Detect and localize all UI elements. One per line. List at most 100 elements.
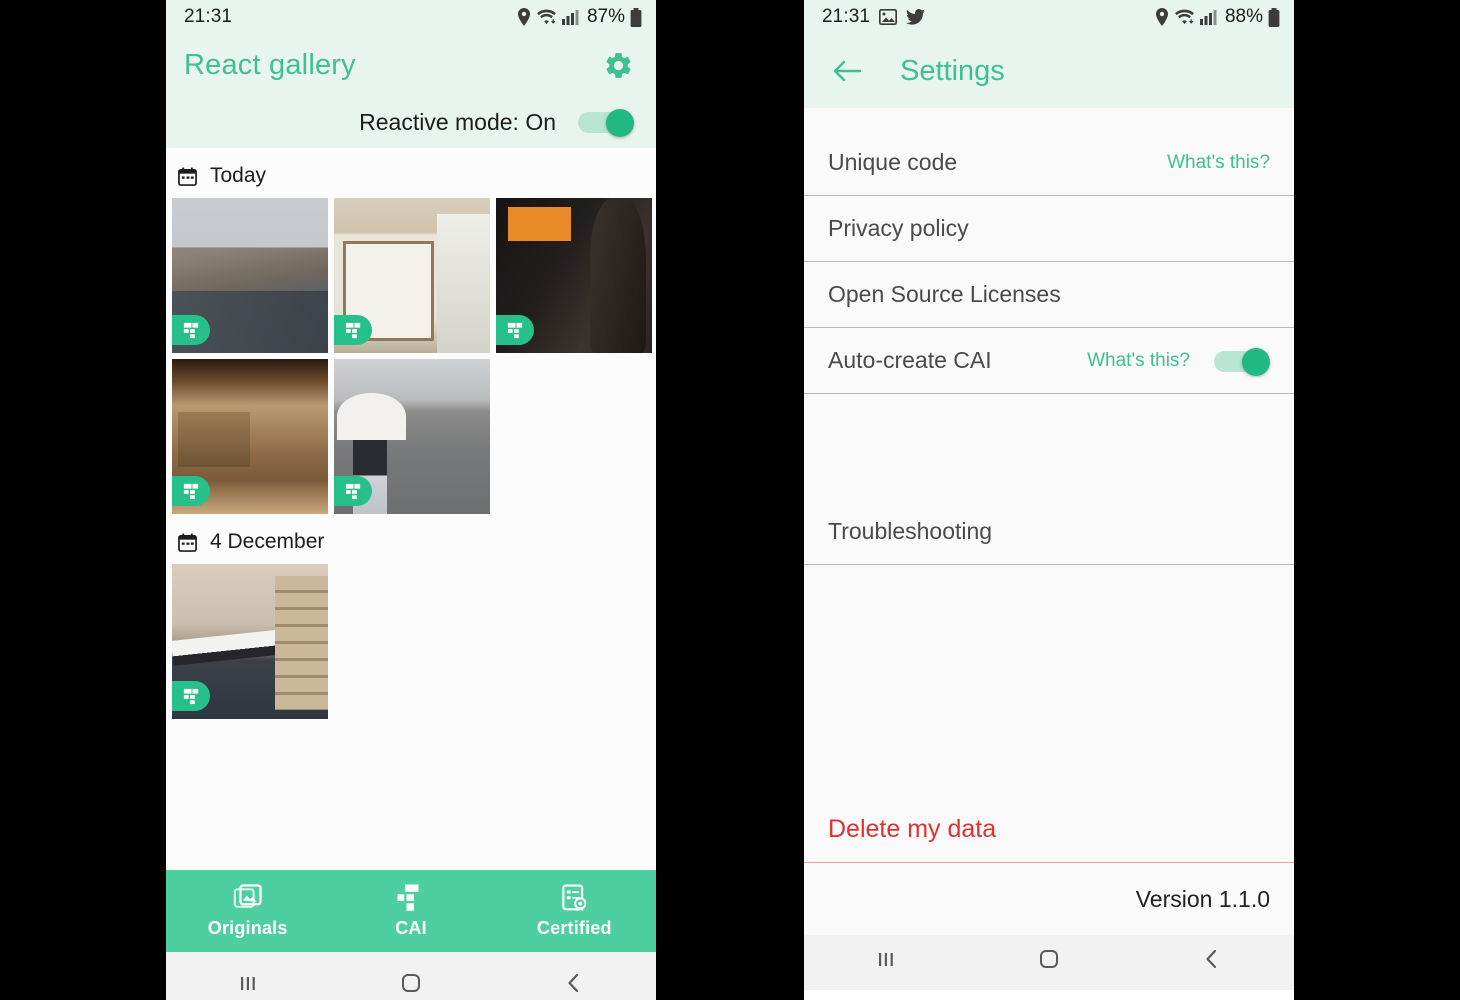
back-arrow-icon — [832, 59, 862, 83]
row-label: Delete my data — [828, 815, 997, 843]
tab-originals[interactable]: Originals — [166, 870, 329, 952]
app-bar-row: React gallery — [184, 34, 638, 96]
android-nav-bar — [804, 928, 1294, 990]
status-time: 21:31 — [822, 6, 871, 27]
gallery-thumbnail[interactable] — [334, 198, 490, 353]
gallery-app-bar: React gallery Reactive mode: On — [166, 34, 656, 148]
back-icon — [561, 970, 587, 996]
cai-badge — [334, 476, 372, 506]
home-button[interactable] — [967, 946, 1130, 972]
reactive-mode-row: Reactive mode: On — [184, 96, 638, 148]
home-icon — [398, 970, 424, 996]
section-header-december: 4 December — [166, 514, 656, 564]
status-bar-left: 21:31 — [184, 6, 232, 28]
settings-list: Unique code What's this? Privacy policy … — [804, 108, 1294, 935]
cai-pixel-icon — [396, 883, 426, 913]
home-icon — [1036, 946, 1062, 972]
section-spacer — [804, 565, 1294, 797]
section-title: Today — [210, 164, 267, 187]
calendar-icon — [178, 533, 197, 552]
photo-stack-icon — [233, 883, 263, 913]
row-label: Open Source Licenses — [828, 281, 1061, 307]
battery-percent: 87% — [586, 6, 625, 27]
whats-this-link[interactable]: What's this? — [1167, 152, 1270, 174]
gear-icon — [603, 50, 634, 81]
battery-icon — [1268, 7, 1280, 27]
gallery-thumbnail[interactable] — [496, 198, 652, 353]
whats-this-link[interactable]: What's this? — [1087, 350, 1190, 372]
app-title: React gallery — [184, 48, 356, 81]
toggle-thumb — [1242, 347, 1270, 376]
status-bar-left: 21:31 — [822, 6, 925, 28]
signal-bars-icon — [561, 9, 579, 25]
screenshot-stage: 21:31 87% React gallery Reactive mode: O… — [0, 0, 1460, 1000]
row-label: Unique code — [828, 149, 958, 175]
settings-row-troubleshooting[interactable]: Troubleshooting — [804, 499, 1294, 565]
gallery-thumbnail[interactable] — [172, 198, 328, 353]
status-bar-right: 87% — [517, 6, 642, 28]
recents-button[interactable] — [804, 946, 967, 972]
settings-row-open-source-licenses[interactable]: Open Source Licenses — [804, 262, 1294, 328]
cai-badge — [496, 315, 534, 345]
cai-badge — [172, 681, 210, 711]
settings-row-auto-create-cai[interactable]: Auto-create CAI What's this? — [804, 328, 1294, 394]
reactive-mode-toggle[interactable] — [578, 109, 634, 137]
location-pin-icon — [517, 8, 531, 26]
recents-icon — [235, 970, 261, 996]
calendar-icon — [178, 167, 197, 186]
tab-label: Certified — [536, 918, 612, 938]
image-icon — [878, 8, 898, 26]
location-pin-icon — [1155, 8, 1169, 26]
signal-bars-icon — [1199, 9, 1217, 25]
gallery-thumbnail[interactable] — [172, 359, 328, 514]
status-bar-right: 88% — [1155, 6, 1280, 28]
tab-label: CAI — [395, 918, 427, 938]
back-button[interactable] — [1131, 946, 1294, 972]
settings-row-delete-my-data[interactable]: Delete my data — [804, 797, 1294, 863]
gallery-thumbnail[interactable] — [172, 564, 328, 719]
wifi-icon — [1174, 8, 1195, 26]
gallery-content: Today 4 December — [166, 148, 656, 870]
cai-badge — [172, 476, 210, 506]
left-status-bar: 21:31 87% — [166, 0, 656, 34]
tab-certified[interactable]: Certified — [493, 870, 656, 952]
battery-percent: 88% — [1224, 6, 1263, 27]
list-top-spacer — [804, 108, 1294, 130]
cai-badge — [172, 315, 210, 345]
settings-app-bar: Settings — [804, 34, 1294, 108]
toggle-thumb — [606, 109, 634, 137]
settings-button[interactable] — [598, 45, 638, 85]
left-phone-screen: 21:31 87% React gallery Reactive mode: O… — [166, 0, 656, 1000]
row-label: Privacy policy — [828, 215, 969, 241]
battery-icon — [630, 7, 642, 27]
gallery-thumbnail[interactable] — [334, 359, 490, 514]
right-phone-screen: 21:31 88% Settings Unique code What's th… — [804, 0, 1294, 1000]
back-navigation-button[interactable] — [830, 54, 864, 88]
cai-badge — [334, 315, 372, 345]
section-title: 4 December — [210, 530, 325, 553]
home-button[interactable] — [329, 970, 492, 996]
back-button[interactable] — [493, 970, 656, 996]
row-label: Troubleshooting — [828, 518, 993, 544]
recents-button[interactable] — [166, 970, 329, 996]
version-row: Version 1.1.0 — [804, 863, 1294, 935]
reactive-mode-label: Reactive mode: On — [359, 108, 556, 135]
back-icon — [1199, 946, 1225, 972]
certificate-icon — [559, 883, 589, 913]
twitter-icon — [906, 9, 925, 25]
tab-cai[interactable]: CAI — [329, 870, 492, 952]
wifi-icon — [536, 8, 557, 26]
tab-label: Originals — [207, 918, 288, 938]
bottom-tab-bar: Originals CAI Certified — [166, 870, 656, 952]
auto-create-cai-toggle[interactable] — [1214, 347, 1270, 376]
settings-row-privacy-policy[interactable]: Privacy policy — [804, 196, 1294, 262]
status-time: 21:31 — [184, 6, 233, 27]
section-spacer — [804, 394, 1294, 499]
android-nav-bar — [166, 952, 656, 1000]
settings-row-unique-code[interactable]: Unique code What's this? — [804, 130, 1294, 196]
thumbnail-row — [166, 359, 656, 514]
row-label: Auto-create CAI — [828, 347, 992, 373]
right-status-bar: 21:31 88% — [804, 0, 1294, 34]
thumbnail-row — [166, 564, 656, 719]
thumbnail-row — [166, 198, 656, 353]
